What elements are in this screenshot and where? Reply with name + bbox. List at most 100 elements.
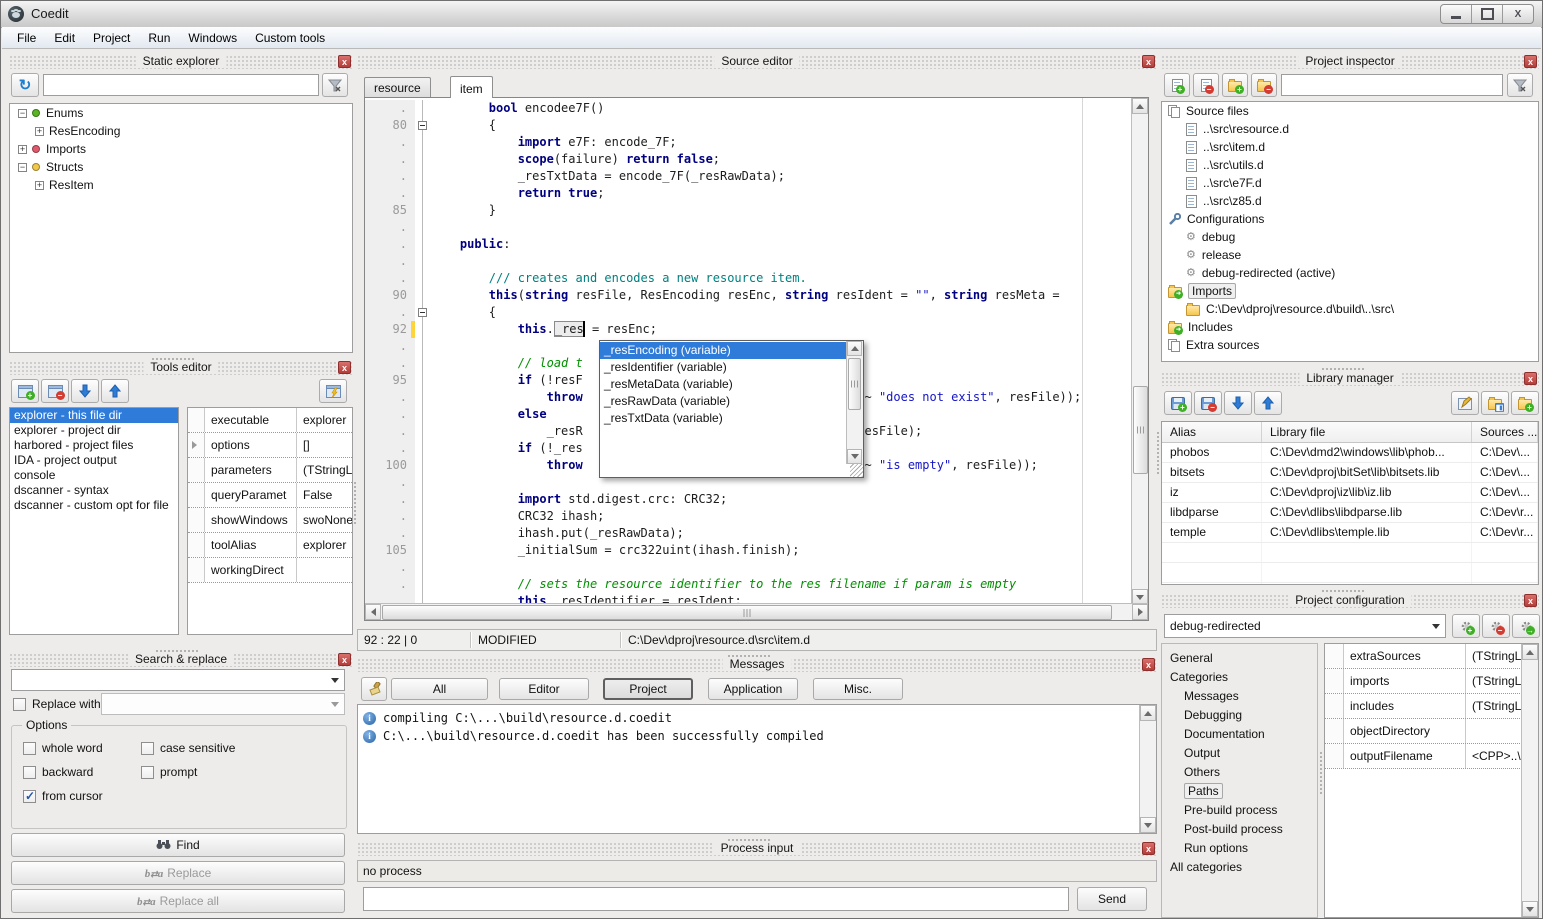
tool-remove-button[interactable]: − [41,379,69,403]
property-value[interactable] [297,558,352,582]
remove-source-button[interactable]: − [1193,73,1219,97]
table-row[interactable]: phobosC:\Dev\dmd2\windows\lib\phob...C:\… [1162,443,1538,463]
maximize-button[interactable] [1472,5,1503,23]
inspector-item[interactable]: Configurations [1162,210,1538,228]
static-explorer-close-icon[interactable]: x [338,55,351,68]
checkbox-from-cursor[interactable]: from cursor [23,789,103,803]
config-clone-button[interactable]: → [1512,614,1540,638]
property-value[interactable]: swoNone [297,508,352,532]
close-button[interactable]: X [1503,5,1533,23]
code-line[interactable]: 105 _initialSum = crc322uint(ihash.finis… [365,542,1131,559]
filter-button-misc[interactable]: Misc. [813,678,903,700]
messages-close-icon[interactable]: x [1142,658,1155,671]
code-line[interactable]: . [365,253,1131,270]
popup-resize-grip[interactable] [850,464,863,477]
clear-messages-button[interactable] [361,677,387,701]
static-explorer-refresh-button[interactable]: ↻ [11,73,39,97]
scroll-down-button[interactable] [1140,817,1156,833]
code-line[interactable]: . [365,219,1131,236]
tool-list-item[interactable]: dscanner - custom opt for file [10,498,178,513]
property-row[interactable]: parameters(TStringL [188,458,352,483]
inspector-item[interactable]: ..\src\item.d [1162,138,1538,156]
process-input-close-icon[interactable]: x [1142,842,1155,855]
source-editor-close-icon[interactable]: x [1142,55,1155,68]
config-category[interactable]: Documentation [1162,724,1317,743]
property-row[interactable]: workingDirect [188,558,352,583]
table-row[interactable]: izC:\Dev\dproj\iz\lib\iz.libC:\Dev\... [1162,483,1538,503]
scrollbar-thumb[interactable] [848,358,861,410]
minimize-button[interactable] [1441,5,1472,23]
property-row[interactable]: extraSources(TStringL [1325,644,1538,669]
inspector-item[interactable]: Extra sources [1162,336,1538,354]
inspector-clear-filter-button[interactable] [1507,73,1533,97]
inspector-item[interactable]: ..\src\resource.d [1162,120,1538,138]
completion-item[interactable]: _resIdentifier (variable) [600,359,847,376]
menu-edit[interactable]: Edit [45,29,84,47]
menu-run[interactable]: Run [139,29,179,47]
find-button[interactable]: Find [11,833,345,857]
add-source-button[interactable]: + [1164,73,1190,97]
tab-item[interactable]: item [450,76,493,98]
scroll-down-button[interactable] [847,449,862,464]
tree-item-structs[interactable]: −Structs [10,158,352,176]
config-category[interactable]: Others [1162,762,1317,781]
scroll-up-button[interactable] [847,341,862,356]
tool-list-item[interactable]: explorer - project dir [10,423,178,438]
property-row[interactable]: includes(TStringL [1325,694,1538,719]
column-header[interactable]: Library file [1262,422,1472,442]
library-from-project-button[interactable]: ◧ [1481,391,1509,415]
inspector-item[interactable]: ⚙debug [1162,228,1538,246]
tool-list-item[interactable]: explorer - this file dir [10,408,178,423]
code-line[interactable]: 92 this._res = resEnc; [365,321,1131,338]
property-value[interactable]: (TStringL [297,458,352,482]
code-line[interactable]: . return true; [365,185,1131,202]
project-configuration-close-icon[interactable]: x [1524,594,1537,607]
inspector-filter-input[interactable] [1281,74,1503,96]
config-category[interactable]: Paths [1162,781,1317,800]
library-edit-button[interactable] [1451,391,1479,415]
menu-file[interactable]: File [8,29,45,47]
inspector-item[interactable]: Source files [1162,102,1538,120]
tools-editor-close-icon[interactable]: x [338,361,351,374]
replace-all-button[interactable]: b⇄aReplace all [11,889,345,913]
code-line[interactable]: . ihash.put(_resRawData); [365,525,1131,542]
config-remove-button[interactable]: − [1482,614,1510,638]
tab-resource[interactable]: resource [364,77,431,97]
checkbox-case-sensitive[interactable]: case sensitive [141,741,235,755]
library-manager-close-icon[interactable]: x [1524,372,1537,385]
scroll-down-button[interactable] [1522,901,1538,917]
filter-button-application[interactable]: Application [708,678,798,700]
collapse-icon[interactable]: − [18,163,27,172]
property-row[interactable]: toolAliasexplorer [188,533,352,558]
property-row[interactable]: imports(TStringL [1325,669,1538,694]
scrollbar-thumb[interactable] [382,605,1112,620]
column-splitter[interactable] [353,481,357,525]
message-entry[interactable]: icompiling C:\...\build\resource.d.coedi… [358,709,1156,727]
code-line[interactable]: . scope(failure) return false; [365,151,1131,168]
property-row[interactable]: queryParametFalse [188,483,352,508]
scroll-up-button[interactable] [1140,705,1156,721]
property-row[interactable]: outputFilename<CPP>..\ [1325,744,1538,769]
expand-triangle-icon[interactable] [192,441,197,449]
inspector-item[interactable]: ..\src\utils.d [1162,156,1538,174]
config-category[interactable]: Run options [1162,838,1317,857]
property-value[interactable]: explorer [297,408,352,432]
property-row[interactable]: objectDirectory [1325,719,1538,744]
library-add-folder-button[interactable]: + [1511,391,1539,415]
library-add-button[interactable]: + [1164,391,1192,415]
project-inspector-close-icon[interactable]: x [1524,55,1537,68]
code-line[interactable]: . import std.digest.crc: CRC32; [365,491,1131,508]
menu-project[interactable]: Project [84,29,139,47]
tree-item-enums[interactable]: −Enums [10,104,352,122]
completion-item[interactable]: _resEncoding (variable) [600,342,847,359]
tool-add-button[interactable]: + [11,379,39,403]
config-category[interactable]: All categories [1162,857,1317,876]
library-remove-button[interactable]: − [1194,391,1222,415]
code-line[interactable]: 85 } [365,202,1131,219]
checkbox-backward[interactable]: backward [23,765,93,779]
completion-item[interactable]: _resRawData (variable) [600,393,847,410]
menu-windows[interactable]: Windows [179,29,246,47]
config-category[interactable]: General [1162,648,1317,667]
code-line[interactable]: 80 { [365,117,1131,134]
expand-icon[interactable]: + [35,127,44,136]
